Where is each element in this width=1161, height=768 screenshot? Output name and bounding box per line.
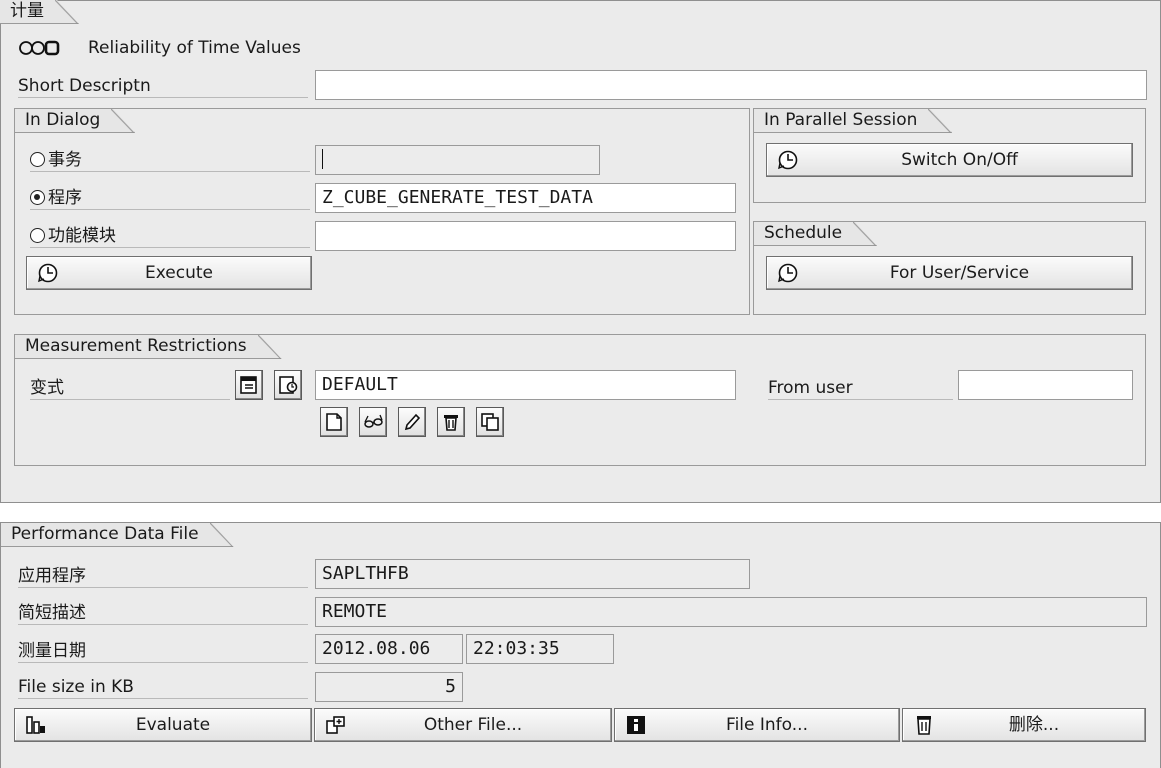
select-variant-icon: [240, 376, 257, 394]
copy-variant-button[interactable]: [476, 407, 504, 437]
function-module-input[interactable]: [315, 221, 736, 251]
clock-icon: [37, 262, 59, 284]
from-user-input[interactable]: [958, 370, 1133, 400]
other-file-button[interactable]: Other File...: [314, 708, 612, 742]
other-file-icon: [325, 714, 347, 736]
desc-value: REMOTE: [315, 597, 1147, 627]
from-user-label: From user: [768, 376, 953, 400]
perf-tab: Performance Data File: [1, 523, 234, 547]
size-value: 5: [315, 672, 463, 702]
time-value: 22:03:35: [466, 634, 614, 664]
status-lights-icon: [18, 38, 68, 58]
parallel-tab: In Parallel Session: [754, 109, 952, 133]
trash-icon: [913, 714, 935, 736]
function-module-label: 功能模块: [48, 226, 116, 246]
variant-attributes-icon: [279, 376, 298, 394]
option-function-module[interactable]: 功能模块: [30, 224, 310, 248]
delete-variant-button[interactable]: [437, 407, 465, 437]
variant-attributes-button[interactable]: [274, 370, 302, 400]
transaction-input[interactable]: [315, 145, 600, 175]
glasses-icon: [364, 414, 383, 428]
desc-label: 简短描述: [18, 601, 308, 625]
analysis-icon: [25, 714, 47, 736]
transaction-label: 事务: [48, 150, 82, 170]
clock-icon: [777, 262, 799, 284]
date-label: 测量日期: [18, 639, 308, 663]
new-document-icon: [326, 413, 342, 431]
variant-label: 变式: [30, 376, 230, 400]
option-transaction[interactable]: 事务: [30, 148, 310, 172]
program-input[interactable]: Z_CUBE_GENERATE_TEST_DATA: [315, 183, 736, 213]
create-variant-button[interactable]: [320, 407, 348, 437]
option-program[interactable]: 程序: [30, 186, 310, 210]
copy-icon: [481, 413, 499, 431]
file-info-button[interactable]: File Info...: [614, 708, 900, 742]
program-radio[interactable]: [30, 190, 45, 205]
date-value: 2012.08.06: [315, 634, 463, 664]
variant-select-button[interactable]: [235, 370, 263, 400]
pencil-icon: [404, 413, 421, 431]
display-variant-button[interactable]: [359, 407, 387, 437]
info-icon: [625, 714, 647, 736]
program-label: 程序: [48, 188, 82, 208]
short-desc-label: Short Descriptn: [18, 74, 308, 98]
transaction-radio[interactable]: [30, 152, 45, 167]
restrictions-tab: Measurement Restrictions: [15, 335, 282, 359]
switch-onoff-button[interactable]: Switch On/Off: [766, 143, 1133, 177]
status-text: Reliability of Time Values: [88, 38, 301, 58]
evaluate-button[interactable]: Evaluate: [14, 708, 312, 742]
app-label: 应用程序: [18, 564, 308, 588]
function-module-radio[interactable]: [30, 228, 45, 243]
size-label: File size in KB: [18, 675, 308, 699]
execute-button[interactable]: Execute: [26, 256, 312, 290]
delete-file-button[interactable]: 删除...: [902, 708, 1146, 742]
short-desc-input[interactable]: [315, 70, 1147, 100]
variant-input[interactable]: DEFAULT: [315, 370, 736, 400]
change-variant-button[interactable]: [398, 407, 426, 437]
app-value: SAPLTHFB: [315, 559, 750, 589]
for-user-service-button[interactable]: For User/Service: [766, 256, 1133, 290]
trash-icon: [444, 415, 458, 431]
clock-icon: [777, 149, 799, 171]
